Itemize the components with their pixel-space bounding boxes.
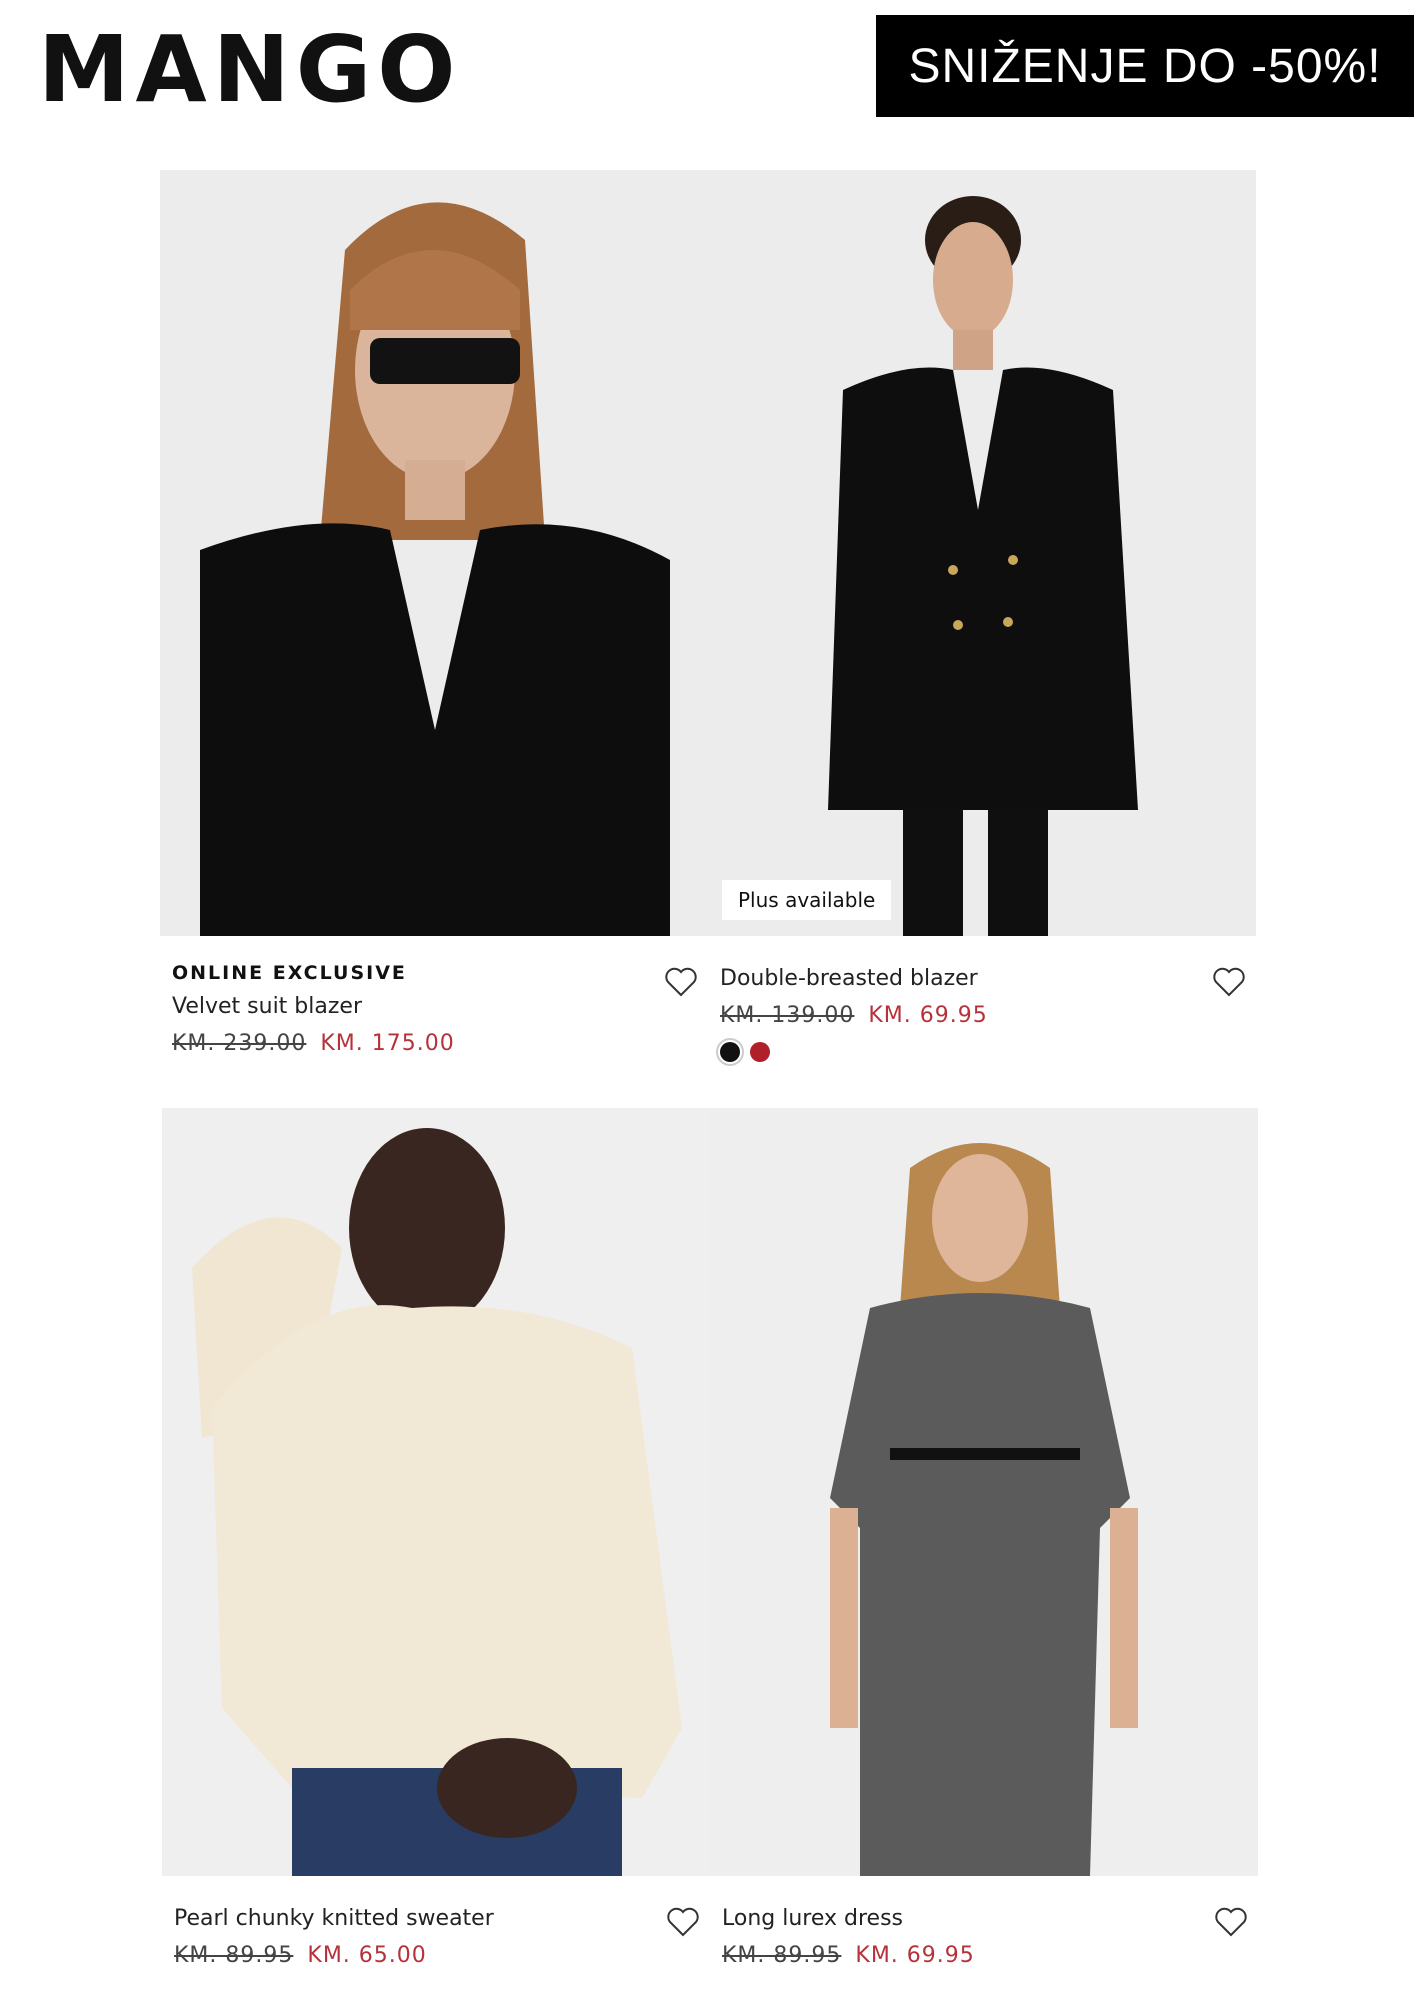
color-swatches <box>716 1038 1196 1066</box>
product-prices: KM. 89.95 KM. 65.00 <box>174 1943 650 1968</box>
product-card-long-lurex-dress[interactable]: Long lurex dress KM. 89.95 KM. 69.95 <box>710 1108 1258 1968</box>
product-photo <box>708 170 1256 936</box>
sale-price: KM. 69.95 <box>868 1003 988 1028</box>
product-photo <box>710 1108 1258 1876</box>
product-info: Pearl chunky knitted sweater KM. 89.95 KM… <box>162 1876 710 1968</box>
product-info: Double-breasted blazer KM. 139.00 KM. 69.… <box>708 936 1256 1066</box>
heart-icon[interactable] <box>666 1906 700 1938</box>
online-exclusive-tag: ONLINE EXCLUSIVE <box>172 962 407 984</box>
product-name[interactable]: Long lurex dress <box>722 1906 1198 1931</box>
product-image[interactable]: Plus available <box>708 170 1256 936</box>
plus-available-badge: Plus available <box>722 880 892 920</box>
original-price: KM. 239.00 <box>172 1031 307 1056</box>
original-price: KM. 139.00 <box>720 1003 855 1028</box>
color-swatch-black[interactable] <box>716 1038 744 1066</box>
product-prices: KM. 139.00 KM. 69.95 <box>720 1003 1196 1028</box>
heart-icon[interactable] <box>664 966 698 998</box>
product-photo <box>162 1108 710 1876</box>
sale-price: KM. 69.95 <box>855 1943 975 1968</box>
product-card-pearl-chunky-knitted-sweater[interactable]: Pearl chunky knitted sweater KM. 89.95 KM… <box>162 1108 710 1968</box>
product-photo <box>160 170 708 936</box>
sale-price: KM. 65.00 <box>307 1943 427 1968</box>
promo-banner[interactable]: SNIŽENJE DO -50%! <box>876 15 1414 117</box>
product-image[interactable] <box>710 1108 1258 1876</box>
promo-text: SNIŽENJE DO -50%! <box>908 39 1382 93</box>
product-card-velvet-suit-blazer[interactable]: ONLINE EXCLUSIVE Velvet suit blazer KM. … <box>160 170 708 1056</box>
product-info: Long lurex dress KM. 89.95 KM. 69.95 <box>710 1876 1258 1968</box>
product-card-double-breasted-blazer[interactable]: Plus available Double-breasted blazer KM… <box>708 170 1256 1066</box>
heart-icon[interactable] <box>1214 1906 1248 1938</box>
original-price: KM. 89.95 <box>174 1943 294 1968</box>
sale-price: KM. 175.00 <box>320 1031 455 1056</box>
heart-icon[interactable] <box>1212 966 1246 998</box>
product-prices: KM. 239.00 KM. 175.00 <box>172 1031 648 1056</box>
color-swatch-red[interactable] <box>750 1042 770 1062</box>
product-name[interactable]: Velvet suit blazer <box>172 994 648 1019</box>
product-image[interactable] <box>160 170 708 936</box>
product-name[interactable]: Double-breasted blazer <box>720 966 1196 991</box>
product-name[interactable]: Pearl chunky knitted sweater <box>174 1906 650 1931</box>
original-price: KM. 89.95 <box>722 1943 842 1968</box>
product-prices: KM. 89.95 KM. 69.95 <box>722 1943 1198 1968</box>
product-image[interactable] <box>162 1108 710 1876</box>
product-info: ONLINE EXCLUSIVE Velvet suit blazer KM. … <box>160 936 708 1056</box>
brand-logo[interactable]: MANGO <box>38 22 461 118</box>
